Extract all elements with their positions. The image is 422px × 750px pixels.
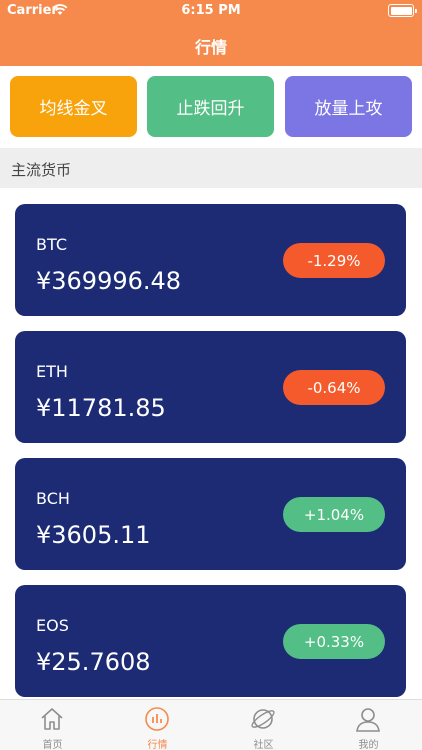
- tab-bar: 首页 行情 社区 我的: [0, 699, 422, 750]
- change-badge: -1.29%: [283, 243, 385, 278]
- user-icon: [356, 708, 380, 732]
- coin-price: ¥3605.11: [36, 521, 151, 549]
- coin-card-eos[interactable]: EOS ¥25.7608 +0.33%: [15, 585, 406, 697]
- coin-price: ¥25.7608: [36, 648, 151, 676]
- coin-card-eth[interactable]: ETH ¥11781.85 -0.64%: [15, 331, 406, 443]
- tab-label: 首页: [42, 740, 63, 750]
- coin-price: ¥11781.85: [36, 394, 166, 422]
- tab-home[interactable]: 首页: [0, 700, 105, 750]
- home-icon: [41, 708, 63, 730]
- tab-profile[interactable]: 我的: [316, 700, 421, 750]
- tab-label: 社区: [253, 740, 274, 750]
- battery-icon: [388, 4, 417, 17]
- coin-name: BCH: [36, 489, 70, 508]
- coin-price: ¥369996.48: [36, 267, 182, 295]
- strategy-button-golden-cross[interactable]: 均线金叉: [10, 76, 137, 137]
- change-badge: +1.04%: [283, 497, 385, 532]
- coin-card-bch[interactable]: BCH ¥3605.11 +1.04%: [15, 458, 406, 570]
- strategy-button-volume-attack[interactable]: 放量上攻: [285, 76, 412, 137]
- coin-name: ETH: [36, 362, 68, 381]
- change-badge: -0.64%: [283, 370, 385, 405]
- section-header: 主流货币: [0, 148, 422, 188]
- tab-label: 行情: [147, 740, 168, 750]
- status-time: 6:15 PM: [181, 3, 241, 18]
- app-header: Carrier 6:15 PM 行情: [0, 0, 422, 66]
- strategy-buttons: 均线金叉 止跌回升 放量上攻: [10, 76, 412, 137]
- chart-icon: [145, 707, 169, 731]
- coin-name: BTC: [36, 235, 67, 254]
- tab-label: 我的: [358, 740, 379, 750]
- tab-community[interactable]: 社区: [211, 700, 316, 750]
- change-badge: +0.33%: [283, 624, 385, 659]
- coin-name: EOS: [36, 616, 69, 635]
- status-bar: Carrier 6:15 PM: [0, 0, 422, 22]
- page-title: 行情: [194, 38, 227, 57]
- strategy-button-rebound[interactable]: 止跌回升: [147, 76, 274, 137]
- coin-card-btc[interactable]: BTC ¥369996.48 -1.29%: [15, 204, 406, 316]
- section-title: 主流货币: [11, 161, 72, 179]
- planet-icon: [251, 709, 275, 729]
- tab-market[interactable]: 行情: [105, 700, 210, 750]
